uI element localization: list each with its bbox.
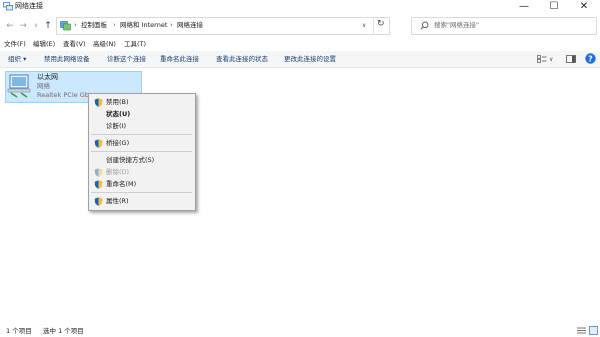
context-menu: 禁用(B) 状态(U) 诊断(I) 桥接(G) 创建快捷方式(S) 删除(D) 重命名(M)… (88, 93, 196, 211)
maximize-button[interactable]: ☐ (539, 0, 569, 14)
breadcrumb-network-internet[interactable]: 网络和 Internet (120, 21, 167, 30)
context-menu-item[interactable]: 创建快捷方式(S) (89, 155, 195, 166)
context-menu-separator (91, 192, 192, 193)
change-settings-button[interactable]: 更改此连接的设置 (284, 55, 336, 64)
uac-shield-icon (94, 98, 103, 107)
menu-view[interactable]: 查看(V) (63, 39, 86, 49)
context-menu-item: 删除(D) (89, 167, 195, 178)
view-options-icon[interactable] (537, 55, 547, 63)
adapter-status: 网络 (37, 82, 50, 90)
context-menu-item-label: 删除(D) (106, 168, 130, 176)
breadcrumb-separator: › (113, 21, 116, 29)
large-icons-view-icon[interactable] (589, 326, 598, 335)
refresh-icon[interactable]: ↻ (377, 20, 385, 29)
breadcrumb-separator: › (74, 21, 77, 29)
breadcrumb-separator: › (170, 21, 173, 29)
uac-shield-icon (94, 197, 103, 206)
context-menu-item[interactable]: 属性(R) (89, 196, 195, 207)
search-input[interactable]: 搜索"网络连接" (434, 21, 479, 30)
close-button[interactable]: ✕ (569, 0, 599, 14)
ethernet-adapter-icon (7, 74, 31, 98)
context-menu-item-label: 诊断(I) (106, 122, 126, 130)
adapter-device: Realtek PCIe Gb (37, 91, 89, 99)
adapter-name: 以太网 (37, 73, 58, 81)
up-icon[interactable]: ↑ (42, 20, 54, 32)
disable-device-button[interactable]: 禁用此网络设备 (44, 55, 90, 64)
menu-advanced[interactable]: 高级(N) (93, 39, 116, 49)
back-icon[interactable]: ← (4, 20, 16, 32)
search-box[interactable]: 搜索"网络连接" (411, 17, 597, 35)
help-icon[interactable]: ? (585, 53, 596, 64)
address-divider (373, 18, 374, 34)
selected-count: 选中 1 个项目 (43, 327, 84, 335)
minimize-button[interactable]: — (509, 0, 539, 14)
context-menu-item-label: 禁用(B) (106, 98, 129, 106)
svg-text:?: ? (588, 54, 593, 63)
item-count: 1 个项目 (6, 327, 32, 335)
search-icon (420, 21, 429, 30)
diagnose-connection-button[interactable]: 诊断这个连接 (107, 55, 146, 64)
context-menu-item[interactable]: 重命名(M) (89, 179, 195, 190)
context-menu-item-label: 状态(U) (106, 110, 131, 118)
status-bar (0, 325, 600, 337)
view-options-dropdown[interactable]: ∨ (549, 55, 553, 64)
breadcrumb-network-connections[interactable]: 网络连接 (177, 21, 203, 30)
organize-button[interactable]: 组织 ▾ (8, 55, 26, 64)
context-menu-item[interactable]: 诊断(I) (89, 121, 195, 132)
context-menu-item-label: 创建快捷方式(S) (106, 156, 155, 164)
control-panel-icon (60, 21, 71, 31)
menu-tools[interactable]: 工具(T) (124, 39, 146, 49)
rename-connection-button[interactable]: 重命名此连接 (160, 55, 199, 64)
context-menu-item-label: 桥接(G) (106, 139, 130, 147)
uac-shield-icon (94, 168, 103, 177)
uac-shield-icon (94, 180, 103, 189)
window-title: 网络连接 (15, 2, 43, 10)
recent-locations-dropdown[interactable]: ∨ (30, 20, 42, 32)
context-menu-item[interactable]: 桥接(G) (89, 138, 195, 149)
uac-shield-icon (94, 139, 103, 148)
address-dropdown-button[interactable]: ∨ (362, 21, 366, 30)
network-connections-icon (3, 2, 13, 11)
breadcrumb-control-panel[interactable]: 控制面板 (81, 21, 107, 30)
context-menu-item[interactable]: 状态(U) (89, 109, 195, 120)
context-menu-separator (91, 151, 192, 152)
details-view-icon[interactable] (577, 327, 586, 335)
forward-icon[interactable]: → (17, 20, 29, 32)
context-menu-item[interactable]: 禁用(B) (89, 97, 195, 108)
preview-pane-icon[interactable] (566, 55, 576, 63)
menu-edit[interactable]: 编辑(E) (33, 39, 55, 49)
menu-file[interactable]: 文件(F) (4, 39, 26, 49)
view-status-button[interactable]: 查看此连接的状态 (216, 55, 268, 64)
context-menu-item-label: 属性(R) (106, 197, 129, 205)
address-bar[interactable]: › 控制面板 › 网络和 Internet › 网络连接 ∨ ↻ (56, 17, 390, 35)
menu-bar (0, 38, 600, 50)
context-menu-separator (91, 134, 192, 135)
context-menu-item-label: 重命名(M) (106, 180, 137, 188)
